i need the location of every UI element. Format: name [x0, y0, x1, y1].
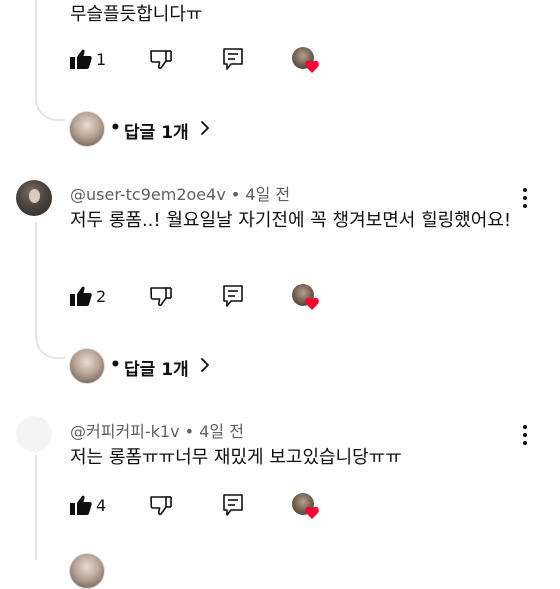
- replies-count-label[interactable]: 답글 1개: [124, 118, 189, 143]
- comment-text: 저는 롱폼ㅠㅠ너무 재밌게 보고있습니당ㅠㅠ: [70, 447, 402, 468]
- thread-line: [35, 222, 37, 340]
- comment-text: 무슬플듯합니다ㅠ: [70, 4, 203, 25]
- thread-line: [35, 0, 37, 104]
- reply-icon[interactable]: [223, 494, 243, 516]
- author-handle[interactable]: @커피커피-k1v: [70, 422, 180, 441]
- thumbs-down-icon[interactable]: [150, 49, 172, 69]
- like-count: 4: [96, 496, 107, 515]
- author-avatar[interactable]: [16, 180, 52, 216]
- author-avatar[interactable]: [16, 416, 52, 452]
- heart-icon: [305, 297, 319, 310]
- thumbs-down-icon[interactable]: [150, 286, 172, 306]
- replies-count-label[interactable]: 답글 1개: [124, 355, 189, 380]
- separator-dot: •: [110, 118, 121, 138]
- author-handle[interactable]: @user-tc9em2oe4v: [70, 185, 226, 204]
- reply-icon[interactable]: [223, 285, 243, 307]
- like-count: 1: [96, 50, 107, 69]
- reply-author-avatar: [69, 553, 105, 589]
- thread-line: [35, 455, 37, 560]
- like-count: 2: [96, 287, 107, 306]
- chevron-right-icon: [201, 121, 209, 135]
- separator-dot: •: [110, 355, 121, 375]
- thread-curve: [35, 95, 65, 121]
- reply-author-avatar: [69, 348, 105, 384]
- thumbs-up-icon[interactable]: [70, 49, 92, 69]
- heart-icon: [305, 506, 319, 519]
- thumbs-up-icon[interactable]: [70, 495, 92, 515]
- comment-meta: @user-tc9em2oe4v • 4일 전: [70, 181, 290, 205]
- comment-meta: @커피커피-k1v • 4일 전: [70, 418, 244, 442]
- comment-time: 4일 전: [199, 422, 244, 441]
- comment-time: 4일 전: [245, 185, 291, 204]
- heart-icon: [305, 60, 319, 73]
- comment-text: 저두 롱폼..! 월요일날 자기전에 꼭 챙겨보면서 힐링했어요!: [70, 210, 512, 231]
- chevron-right-icon: [201, 358, 209, 372]
- thumbs-up-icon[interactable]: [70, 286, 92, 306]
- separator-dot: •: [230, 185, 241, 204]
- separator-dot: •: [184, 422, 195, 441]
- thread-curve: [35, 333, 65, 359]
- reply-icon[interactable]: [223, 48, 243, 70]
- thumbs-down-icon[interactable]: [150, 495, 172, 515]
- reply-author-avatar: [69, 111, 105, 147]
